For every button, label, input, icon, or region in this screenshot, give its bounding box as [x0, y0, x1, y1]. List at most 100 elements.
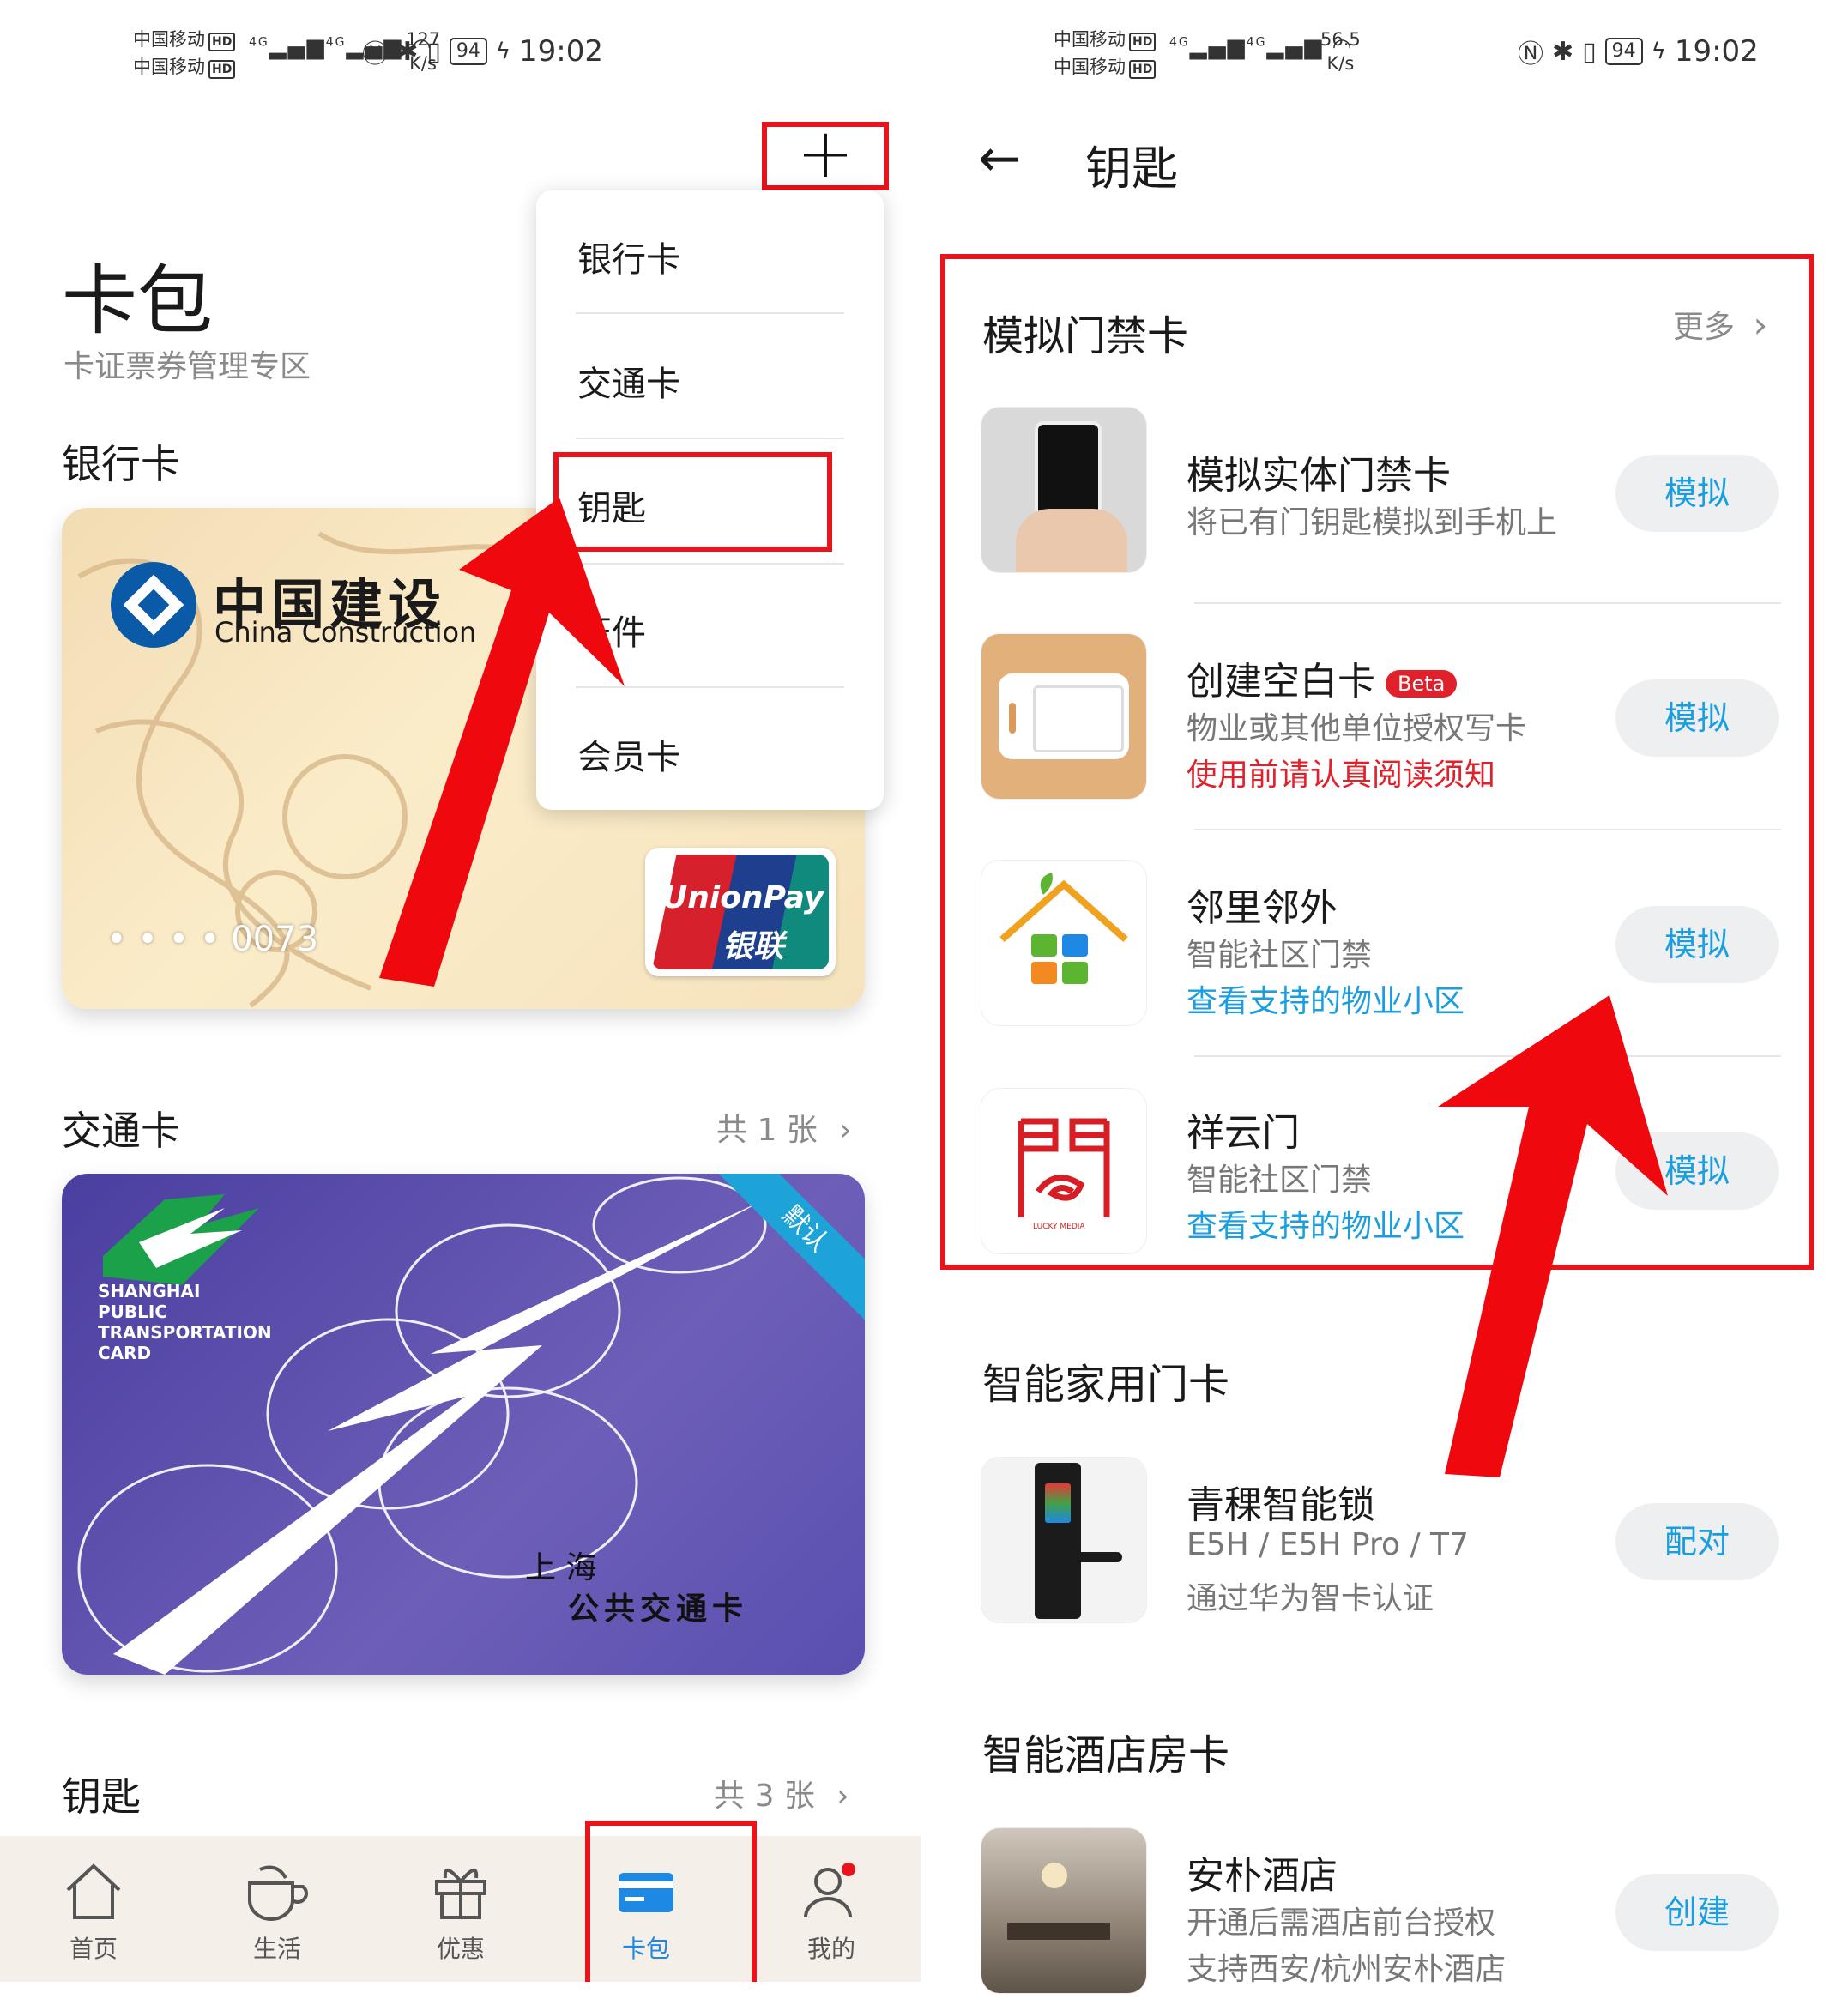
- item-desc: 智能社区门禁: [1187, 938, 1373, 973]
- page-title: 卡包: [62, 257, 214, 345]
- create-button[interactable]: 创建: [1615, 1874, 1779, 1951]
- section-home-door-card: 智能家用门卡: [982, 1361, 1230, 1409]
- divider: [1194, 829, 1781, 830]
- status-bar: 中国移动 HD 中国移动 HD 4G▂▄▆4G▂▄▆ ◠ 127 K/s Ⓝ ✱ ▯ …: [0, 0, 921, 94]
- transit-count[interactable]: 共 1 张 ›: [716, 1105, 852, 1150]
- menu-item-transit-card[interactable]: 交通卡: [577, 356, 680, 406]
- nav-offers[interactable]: 优惠: [405, 1853, 516, 1965]
- gift-icon: [435, 1869, 486, 1919]
- divider: [576, 438, 844, 439]
- key-count[interactable]: 共 3 张 ›: [714, 1771, 849, 1815]
- bank-name-en: China Construction: [214, 616, 477, 649]
- coffee-cup-icon: [248, 1865, 308, 1921]
- transit-card-label-cn-2: 公共交通卡: [568, 1591, 749, 1627]
- divider: [1194, 1055, 1781, 1057]
- linli-logo: [981, 860, 1147, 1026]
- list-item-smart-lock[interactable]: 青稞智能锁 E5H / E5H Pro / T7 通过华为智卡认证 配对: [981, 1457, 1779, 1628]
- item-desc-2: 通过华为智卡认证: [1187, 1581, 1434, 1616]
- status-bar-right: 中国移动 HD 中国移动 HD 4G▂▄▆4G▂▄▆ ◠ 56.5 K/s Ⓝ ✱ ▯…: [921, 0, 1848, 94]
- item-desc: E5H / E5H Pro / T7: [1187, 1527, 1469, 1562]
- beta-badge: Beta: [1386, 670, 1458, 698]
- clock: 19:02: [1674, 34, 1759, 69]
- user-icon: [804, 1863, 855, 1918]
- chevron-right-icon: ›: [836, 1779, 849, 1814]
- card-number: • • • • 0073: [106, 920, 319, 959]
- chevron-right-icon: ›: [1753, 304, 1768, 346]
- network-speed: 56.5 K/s: [1320, 29, 1361, 74]
- carrier-2: 中国移动: [133, 57, 205, 77]
- battery-icon: 94: [1604, 38, 1643, 65]
- bottom-nav: 首页 生活 优惠 卡包 我的: [0, 1836, 921, 1982]
- smart-lock-image: [981, 1457, 1147, 1623]
- nfc-icon: Ⓝ: [362, 39, 389, 69]
- status-icons: Ⓝ ✱ ▯ 94 ϟ 19:02: [362, 33, 603, 70]
- key-section-title: 钥匙: [62, 1773, 141, 1820]
- bank-section-title: 银行卡: [62, 441, 180, 487]
- transit-card-label-cn-1: 上 海: [525, 1550, 597, 1585]
- simulate-button[interactable]: 模拟: [1615, 1132, 1779, 1210]
- divider: [576, 686, 844, 688]
- bluetooth-icon: ✱: [1552, 36, 1574, 67]
- highlight-box-key: [553, 452, 832, 552]
- charging-icon: ϟ: [1651, 39, 1666, 64]
- back-arrow-icon[interactable]: ←: [978, 129, 1021, 189]
- menu-item-member-card[interactable]: 会员卡: [577, 729, 680, 779]
- carrier-info: 中国移动 HD 中国移动 HD: [133, 26, 236, 81]
- section-access-card: 模拟门禁卡: [982, 312, 1189, 360]
- divider: [576, 312, 844, 314]
- pair-button[interactable]: 配对: [1615, 1503, 1779, 1580]
- transit-card-label-en: SHANGHAI PUBLIC TRANSPORTATION CARD: [98, 1281, 272, 1363]
- item-desc: 开通后需酒店前台授权: [1187, 1905, 1496, 1941]
- hd-badge: HD: [208, 33, 236, 51]
- item-title: 安朴酒店: [1187, 1854, 1338, 1898]
- item-desc-2: 支持西安/杭州安朴酒店: [1187, 1952, 1507, 1987]
- nav-life[interactable]: 生活: [221, 1853, 333, 1965]
- wallet-screen: 中国移动 HD 中国移动 HD 4G▂▄▆4G▂▄▆ ◠ 127 K/s Ⓝ ✱ ▯ …: [0, 0, 921, 1982]
- list-item-hotel[interactable]: 安朴酒店 开通后需酒店前台授权 支持西安/杭州安朴酒店 创建: [981, 1827, 1779, 1999]
- item-title: 邻里邻外: [1187, 886, 1338, 930]
- list-item-linli[interactable]: 邻里邻外 智能社区门禁 查看支持的物业小区 模拟: [981, 860, 1779, 1031]
- bluetooth-icon: ✱: [396, 36, 419, 67]
- supported-communities-link[interactable]: 查看支持的物业小区: [1187, 1201, 1465, 1246]
- status-icons: Ⓝ ✱ ▯ 94 ϟ 19:02: [1518, 33, 1759, 70]
- transit-card[interactable]: SHANGHAI PUBLIC TRANSPORTATION CARD 上 海 …: [62, 1174, 865, 1675]
- hd-badge: HD: [208, 60, 236, 79]
- warning-link[interactable]: 使用前请认真阅读须知: [1187, 750, 1495, 794]
- more-link[interactable]: 更多 ›: [1673, 302, 1767, 347]
- menu-item-id[interactable]: 证件: [577, 605, 646, 655]
- divider: [576, 563, 844, 565]
- list-item-blank-card[interactable]: 创建空白卡 Beta 物业或其他单位授权写卡 使用前请认真阅读须知 模拟: [981, 633, 1779, 805]
- simulate-button[interactable]: 模拟: [1615, 679, 1779, 757]
- unionpay-logo: UnionPay 银联: [645, 848, 836, 976]
- nfc-icon: Ⓝ: [1518, 39, 1543, 69]
- clock: 19:02: [519, 34, 603, 69]
- menu-item-bank-card[interactable]: 银行卡: [577, 232, 680, 281]
- simulate-button[interactable]: 模拟: [1615, 455, 1779, 532]
- phone-in-hand-image: [981, 407, 1147, 573]
- item-desc: 将已有门钥匙模拟到手机上: [1187, 505, 1558, 541]
- battery-icon: 94: [449, 38, 487, 65]
- vibrate-icon: ▯: [426, 36, 441, 67]
- charging-icon: ϟ: [495, 39, 511, 64]
- nav-me[interactable]: 我的: [776, 1853, 887, 1965]
- highlight-box-nav-wallet: [585, 1821, 757, 1982]
- transit-section-title: 交通卡: [62, 1108, 180, 1154]
- supported-communities-link[interactable]: 查看支持的物业小区: [1187, 976, 1465, 1021]
- nav-home[interactable]: 首页: [38, 1853, 149, 1965]
- home-icon: [66, 1863, 121, 1919]
- keys-page-title: 钥匙: [1085, 142, 1178, 196]
- page-subtitle: 卡证票券管理专区: [63, 349, 311, 384]
- item-title: 青稞智能锁: [1187, 1483, 1375, 1527]
- blank-card-image: [981, 633, 1147, 800]
- carrier-info: 中国移动 HD 中国移动 HD: [1054, 26, 1157, 81]
- add-card-button[interactable]: +: [762, 119, 889, 190]
- item-title: 祥云门: [1187, 1111, 1300, 1155]
- item-title: 创建空白卡 Beta: [1187, 650, 1458, 705]
- item-desc: 物业或其他单位授权写卡: [1187, 711, 1527, 746]
- list-item-xiangyun[interactable]: LUCKY MEDIA 祥云门 智能社区门禁 查看支持的物业小区 模拟: [981, 1088, 1779, 1259]
- list-item-physical-card[interactable]: 模拟实体门禁卡 将已有门钥匙模拟到手机上 模拟: [981, 407, 1779, 578]
- simulate-button[interactable]: 模拟: [1615, 906, 1779, 983]
- section-hotel-card: 智能酒店房卡: [982, 1731, 1230, 1779]
- ccb-logo-icon: [111, 562, 196, 648]
- divider: [1194, 602, 1781, 604]
